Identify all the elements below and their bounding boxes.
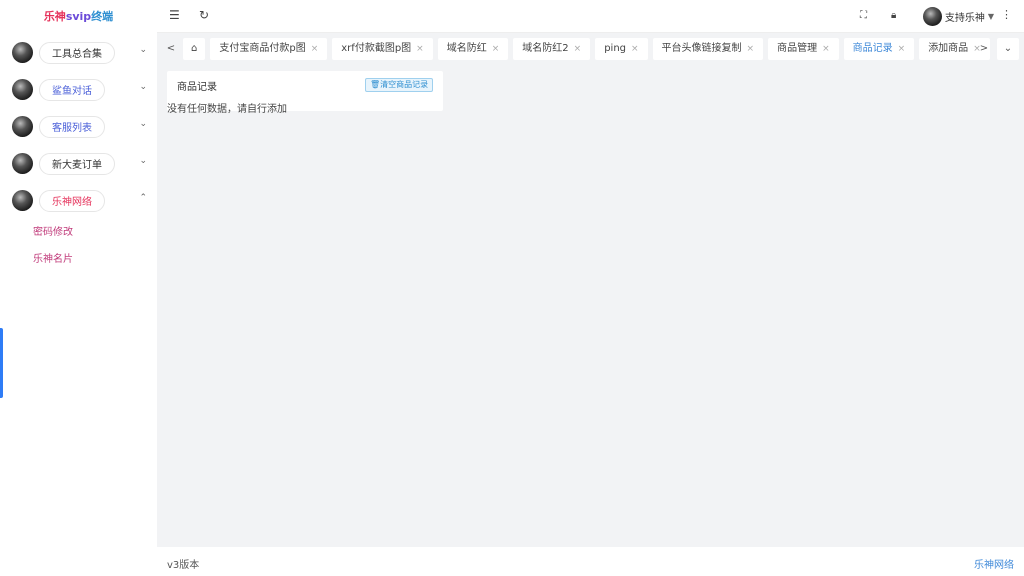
tab-alipay-payment-image[interactable]: 支付宝商品付款p图 × [210, 38, 328, 60]
main-area: ☰ ↻ ⛶ 🔒︎ 支持乐神 ▼ ⋮ < ⌂ 支付宝商品付款p图 × xrf付款截图… [157, 0, 1024, 576]
tab-label: 商品管理 [777, 43, 818, 54]
tab-label: xrf付款截图p图 [341, 43, 412, 54]
tab-avatar-link-copy[interactable]: 平台头像链接复制 × [652, 38, 764, 60]
logo-text-part1: 乐神 [43, 10, 66, 23]
logo-text-part2: svip [65, 10, 92, 23]
sidebar-item-customer-service[interactable]: 客服列表 ⌄ [0, 108, 157, 145]
tabs-bar: < ⌂ 支付宝商品付款p图 × xrf付款截图p图 × 域名防红 × 域名防红2 × p… [157, 34, 1024, 64]
sidebar-item-damai-orders[interactable]: 新大麦订单 ⌄ [0, 145, 157, 182]
tab-xrf-payment-screenshot[interactable]: xrf付款截图p图 × [332, 38, 433, 60]
close-icon[interactable]: × [492, 44, 500, 54]
tab-label: 域名防红 [446, 43, 487, 54]
tab-label: ping [604, 43, 626, 54]
sidebar-item-label: 鲨鱼对话 [39, 78, 105, 101]
avatar-icon [12, 116, 33, 137]
tab-label: 支付宝商品付款p图 [219, 43, 306, 54]
close-icon[interactable]: × [898, 44, 906, 54]
tab-list: ⌂ 支付宝商品付款p图 × xrf付款截图p图 × 域名防红 × 域名防红2 × pin… [183, 38, 995, 60]
app-logo[interactable]: 乐神svip终端 [0, 0, 157, 34]
tab-domain-anti-red-2[interactable]: 域名防红2 × [513, 38, 591, 60]
tabs-dropdown-icon[interactable]: ⌄ [997, 38, 1019, 60]
sidebar-item-leshen-network[interactable]: 乐神网络 ⌃ [0, 182, 157, 219]
sidebar-item-label: 乐神网络 [39, 189, 105, 212]
tab-home[interactable]: ⌂ [183, 38, 206, 60]
footer-brand-link[interactable]: 乐神网络 [974, 556, 1014, 571]
chevron-down-icon[interactable]: ⌄ [139, 45, 147, 55]
chevron-down-icon[interactable]: ⌄ [139, 82, 147, 92]
footer: v3版本 乐神网络 [157, 547, 1024, 576]
tab-product-management[interactable]: 商品管理 × [768, 38, 839, 60]
home-icon: ⌂ [191, 43, 198, 54]
tab-label: 添加商品 [928, 43, 969, 54]
close-icon[interactable]: × [416, 44, 424, 54]
clear-records-label: 清空商品记录 [380, 80, 429, 89]
top-header: ☰ ↻ ⛶ 🔒︎ 支持乐神 ▼ ⋮ [157, 0, 1024, 33]
close-icon[interactable]: × [631, 44, 639, 54]
logo-text-part3: 终端 [91, 10, 114, 23]
more-vertical-icon[interactable]: ⋮ [1001, 8, 1012, 21]
close-icon[interactable]: × [311, 44, 319, 54]
tabs-scroll-right-icon[interactable]: > [973, 38, 995, 60]
menu-fold-icon[interactable]: ☰ [169, 8, 180, 22]
tab-label: 域名防红2 [522, 43, 569, 54]
sidebar-item-label: 客服列表 [39, 115, 105, 138]
submenu-item-password-change[interactable]: 密码修改 [0, 219, 157, 246]
sidebar: 乐神svip终端 工具总合集 ⌄ 鲨鱼对话 ⌄ 客服列表 ⌄ 新大麦订单 ⌄ 乐… [0, 0, 157, 576]
tab-ping[interactable]: ping × [595, 38, 648, 60]
fullscreen-icon[interactable]: ⛶ [860, 10, 867, 21]
close-icon[interactable]: × [574, 44, 582, 54]
empty-state-text: 没有任何数据，请自行添加 [167, 104, 287, 115]
avatar-icon [12, 42, 33, 63]
trash-icon: 🗑︎ [370, 80, 381, 89]
avatar-icon [12, 190, 33, 211]
user-avatar [922, 7, 942, 26]
close-icon[interactable]: × [822, 44, 830, 54]
sidebar-item-label: 工具总合集 [39, 41, 115, 64]
chevron-down-icon[interactable]: ⌄ [139, 156, 147, 166]
floating-side-tab[interactable] [0, 328, 3, 398]
close-icon[interactable]: × [747, 44, 755, 54]
tab-domain-anti-red[interactable]: 域名防红 × [437, 38, 509, 60]
caret-down-icon: ▼ [987, 12, 994, 21]
lock-icon[interactable]: 🔒︎ [891, 10, 896, 21]
tab-label: 平台头像链接复制 [661, 43, 742, 54]
user-menu[interactable]: 支持乐神 ▼ [922, 7, 994, 26]
avatar-icon [12, 79, 33, 100]
tab-label: 商品记录 [852, 43, 893, 54]
chevron-up-icon[interactable]: ⌃ [139, 193, 147, 203]
refresh-icon[interactable]: ↻ [199, 8, 209, 22]
sidebar-item-shark-chat[interactable]: 鲨鱼对话 ⌄ [0, 71, 157, 108]
tabs-scroll-left-icon[interactable]: < [160, 38, 182, 60]
clear-records-button[interactable]: 🗑︎清空商品记录 [365, 78, 434, 92]
card-title: 商品记录 [177, 82, 217, 93]
tab-product-records[interactable]: 商品记录 × [843, 38, 915, 60]
chevron-down-icon[interactable]: ⌄ [139, 119, 147, 129]
avatar-icon [12, 153, 33, 174]
version-label: v3版本 [167, 560, 200, 571]
product-records-card: 商品记录 🗑︎清空商品记录 没有任何数据，请自行添加 [167, 71, 443, 115]
submenu-item-business-card[interactable]: 乐神名片 [0, 246, 157, 273]
username: 支持乐神 [944, 13, 985, 24]
sidebar-item-label: 新大麦订单 [39, 152, 115, 175]
sidebar-item-tools[interactable]: 工具总合集 ⌄ [0, 34, 157, 71]
